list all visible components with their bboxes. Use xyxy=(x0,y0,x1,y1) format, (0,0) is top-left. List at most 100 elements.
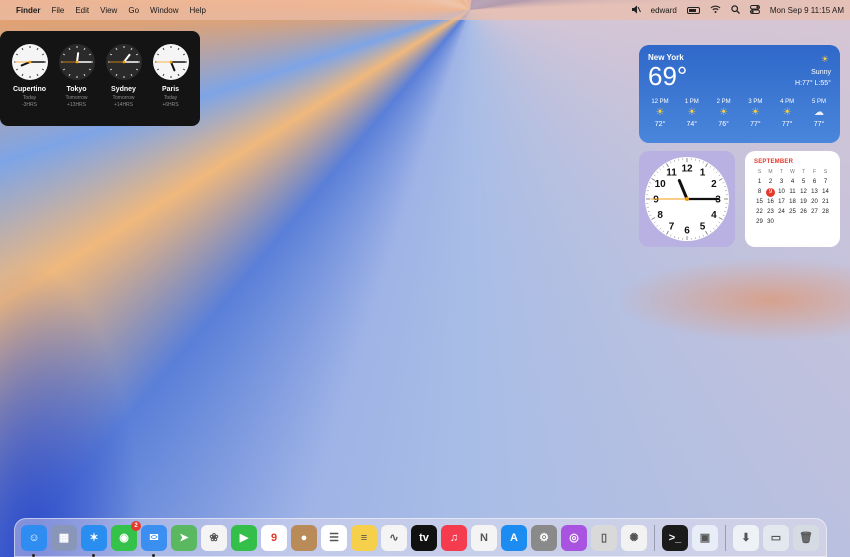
menu-edit[interactable]: Edit xyxy=(75,6,89,15)
hourly-forecast: 12 PM ☀ 72° 1 PM ☀ 74° 2 PM ☀ 76° 3 PM ☀ 77° 4 PM ☀ 77… xyxy=(648,99,831,128)
forecast-time: 2 PM xyxy=(716,99,731,105)
calendar-day[interactable]: 30 xyxy=(765,218,776,227)
calendar-day[interactable]: 29 xyxy=(754,218,765,227)
forecast-time: 4 PM xyxy=(780,99,795,105)
calendar-day[interactable]: 8 xyxy=(754,188,765,197)
iphone-mirroring-icon[interactable]: ▯ xyxy=(591,524,617,551)
safari-icon[interactable]: ✶ xyxy=(81,524,107,557)
podcasts-icon[interactable]: ◎ xyxy=(561,524,587,551)
city-name: Tokyo xyxy=(66,86,87,93)
calendar-day[interactable]: 9 xyxy=(766,188,775,197)
sun-icon: ☀ xyxy=(719,107,729,118)
weekday-header: M xyxy=(768,169,773,175)
calendar-day[interactable]: 10 xyxy=(776,188,787,197)
menu-go[interactable]: Go xyxy=(128,6,139,15)
calendar-day[interactable]: 12 xyxy=(798,188,809,197)
calendar-day[interactable]: 20 xyxy=(809,198,820,207)
calendar-day[interactable]: 14 xyxy=(820,188,831,197)
wifi-icon[interactable] xyxy=(710,5,721,15)
forecast-hour: 4 PM ☀ 77° xyxy=(775,99,799,128)
calendar-day[interactable]: 4 xyxy=(787,178,798,187)
finder-icon[interactable]: ☺ xyxy=(21,524,47,557)
forecast-hour: 2 PM ☀ 76° xyxy=(712,99,736,128)
analog-clock-widget[interactable]: 123456789101112 xyxy=(639,151,735,247)
photos-icon[interactable]: ❀ xyxy=(201,524,227,551)
contacts-icon[interactable]: ● xyxy=(291,524,317,551)
svg-text:7: 7 xyxy=(669,221,675,232)
menu-view[interactable]: View xyxy=(100,6,117,15)
menu-help[interactable]: Help xyxy=(189,6,205,15)
battery-icon[interactable] xyxy=(686,6,700,14)
calendar-month: SEPTEMBER xyxy=(754,159,794,165)
control-center-icon[interactable] xyxy=(749,4,760,16)
weather-widget[interactable]: New York 69° ☀ Sunny H:77° L:55° 12 PM ☀ 7… xyxy=(639,45,840,143)
clock-face-icon xyxy=(11,44,48,80)
calendar-day[interactable]: 2 xyxy=(765,178,776,187)
calendar-day[interactable]: 13 xyxy=(809,188,820,197)
weather-high-low: H:77° L:55° xyxy=(795,80,831,87)
menu-finder[interactable]: Finder xyxy=(16,6,40,15)
calendar-day[interactable]: 18 xyxy=(787,198,798,207)
apple-tv-icon[interactable]: tv xyxy=(411,524,437,551)
launchpad-icon[interactable]: ▦ xyxy=(51,524,77,551)
city-name: Paris xyxy=(161,86,180,93)
music-icon[interactable]: ♫ xyxy=(441,524,467,551)
search-icon[interactable] xyxy=(731,4,740,16)
forecast-temp: 77° xyxy=(750,121,761,128)
downloads-icon[interactable]: ⬇ xyxy=(733,524,759,551)
city-day: Today xyxy=(22,95,37,101)
maps-icon[interactable]: ➤ xyxy=(171,524,197,551)
calendar-day[interactable]: 23 xyxy=(765,208,776,217)
svg-text:2: 2 xyxy=(711,179,717,190)
menu-file[interactable]: File xyxy=(51,6,64,15)
calendar-day[interactable]: 5 xyxy=(798,178,809,187)
calendar-day[interactable]: 27 xyxy=(809,208,820,217)
terminal-icon[interactable]: >_ xyxy=(662,524,688,551)
calendar-day[interactable]: 22 xyxy=(754,208,765,217)
mute-icon[interactable] xyxy=(631,5,641,16)
calendar-day[interactable]: 25 xyxy=(787,208,798,217)
calendar-day[interactable]: 26 xyxy=(798,208,809,217)
news-icon[interactable]: N xyxy=(471,524,497,551)
facetime-icon[interactable]: ▶ xyxy=(231,524,257,551)
mail-icon[interactable]: ✉ xyxy=(141,524,167,557)
weekday-header: W xyxy=(790,169,795,175)
calendar-day[interactable]: 21 xyxy=(820,198,831,207)
reminders-icon[interactable]: ☰ xyxy=(321,524,347,551)
sun-icon: ☀ xyxy=(750,107,760,118)
calendar-day[interactable]: 19 xyxy=(798,198,809,207)
city-day: Tomorrow xyxy=(112,95,135,101)
user-name[interactable]: edward xyxy=(651,6,677,15)
menu-window[interactable]: Window xyxy=(150,6,178,15)
calendar-day[interactable]: 15 xyxy=(754,198,765,207)
notes-icon[interactable]: ≡ xyxy=(351,524,377,551)
calendar-day[interactable]: 24 xyxy=(776,208,787,217)
app-store-icon[interactable]: A xyxy=(501,524,527,551)
calendar-day[interactable]: 11 xyxy=(787,188,798,197)
system-settings-icon[interactable]: ⚙ xyxy=(531,524,557,551)
trash-icon[interactable]: 🗑 xyxy=(793,524,819,551)
calendar-icon[interactable]: 9 xyxy=(261,524,287,551)
forecast-time: 3 PM xyxy=(748,99,763,105)
calendar-day[interactable]: 7 xyxy=(820,178,831,187)
city-offset: -3HRS xyxy=(21,102,37,108)
ladybug-app-icon[interactable]: ✺ xyxy=(621,524,647,551)
calendar-widget[interactable]: SEPTEMBER S M T W T F S 1 2 3 4 5 6 7 8 9 10 11 12 13 14 15 16… xyxy=(745,151,840,247)
sun-icon: ☀ xyxy=(820,54,829,64)
calendar-day[interactable]: 6 xyxy=(809,178,820,187)
freeform-icon[interactable]: ∿ xyxy=(381,524,407,551)
calendar-day[interactable]: 17 xyxy=(776,198,787,207)
calendar-day[interactable]: 1 xyxy=(754,178,765,187)
forecast-hour: 12 PM ☀ 72° xyxy=(648,99,672,128)
calendar-day[interactable]: 3 xyxy=(776,178,787,187)
menu-clock[interactable]: Mon Sep 9 11:15 AM xyxy=(770,6,844,15)
messages-icon[interactable]: ◉ 2 xyxy=(111,520,141,551)
calendar-day[interactable]: 16 xyxy=(765,198,776,207)
city-offset: +6HRS xyxy=(162,102,179,108)
world-clock-widget[interactable]: Cupertino Today -3HRS Tokyo Tomorrow +13HRS Sy… xyxy=(0,31,200,126)
stack-icon[interactable]: ▭ xyxy=(763,524,789,551)
calendar-day[interactable]: 28 xyxy=(820,208,831,217)
city-offset: +13HRS xyxy=(66,102,87,108)
forecast-time: 1 PM xyxy=(684,99,699,105)
preview-icon[interactable]: ▣ xyxy=(692,524,718,551)
